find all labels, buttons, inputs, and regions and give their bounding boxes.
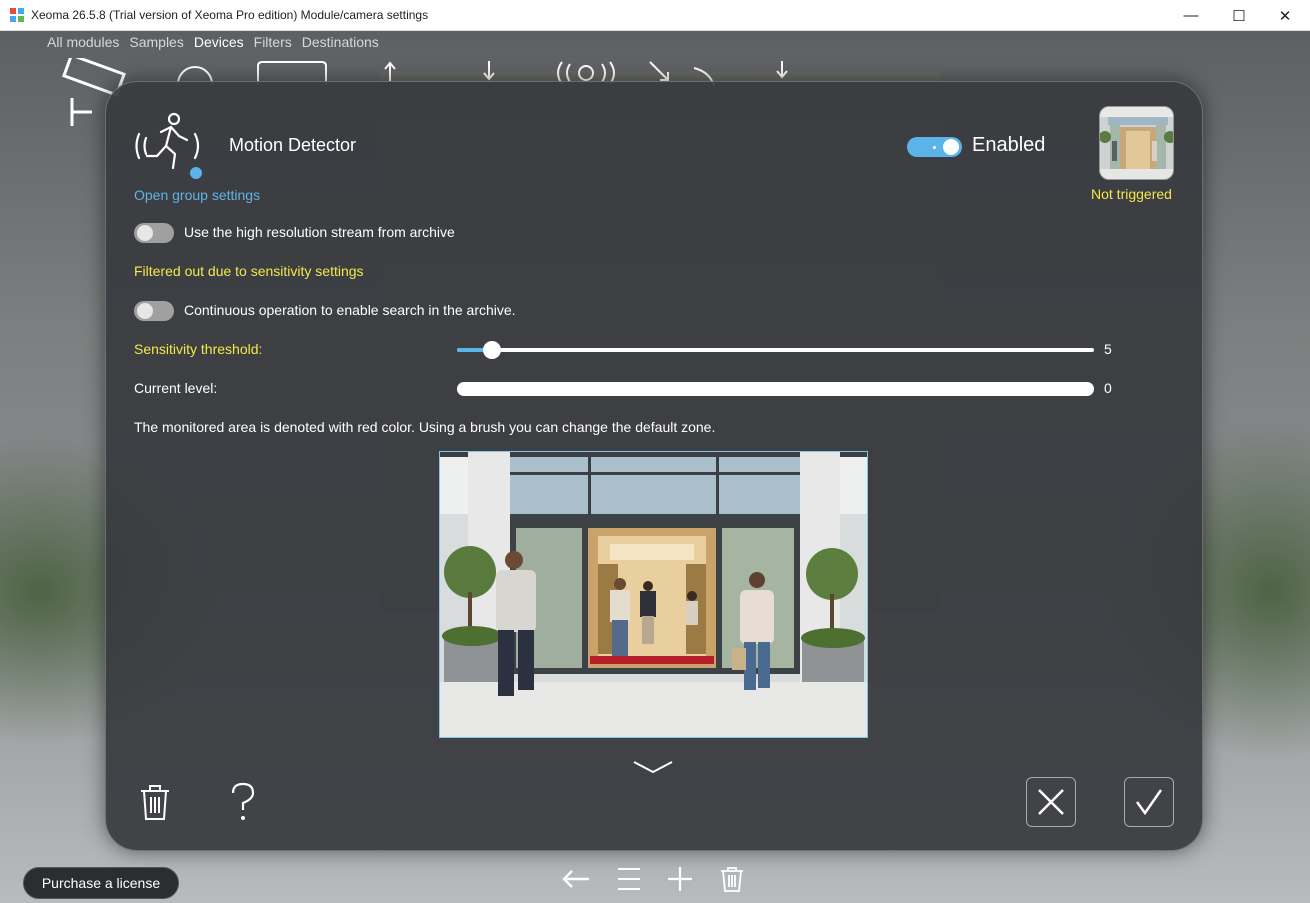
- xeoma-app-icon: [10, 8, 24, 22]
- high-res-toggle[interactable]: [134, 223, 174, 243]
- menu-samples[interactable]: Samples: [129, 34, 183, 50]
- toggle-knob: [137, 225, 153, 241]
- chevron-down-icon[interactable]: [633, 757, 673, 777]
- camera-preview-thumbnail[interactable]: [1099, 106, 1174, 180]
- sensitivity-slider-track[interactable]: [457, 348, 1094, 352]
- toggle-knob: [943, 139, 959, 155]
- current-level-value: 0: [1104, 380, 1112, 396]
- sensitivity-slider-handle[interactable]: [483, 341, 501, 359]
- cancel-button[interactable]: [1026, 777, 1076, 827]
- window-title: Xeoma 26.5.8 (Trial version of Xeoma Pro…: [31, 8, 429, 22]
- menu-filters[interactable]: Filters: [254, 34, 292, 50]
- minimize-icon: —: [1183, 7, 1199, 24]
- high-res-label: Use the high resolution stream from arch…: [184, 224, 455, 240]
- module-title: Motion Detector: [229, 135, 357, 155]
- current-level-label: Current level:: [134, 380, 218, 396]
- toggle-indicator: [933, 146, 936, 149]
- maximize-button[interactable]: ☐: [1216, 0, 1262, 31]
- menu-all-modules[interactable]: All modules: [47, 34, 119, 50]
- maximize-icon: ☐: [1232, 7, 1246, 25]
- sensitivity-value: 5: [1104, 341, 1112, 357]
- filtered-out-label: Filtered out due to sensitivity settings: [134, 263, 364, 279]
- open-group-settings-link[interactable]: Open group settings: [134, 187, 260, 203]
- list-icon[interactable]: [614, 866, 644, 892]
- add-icon[interactable]: [665, 866, 695, 892]
- storefront-thumbnail-image: [1100, 107, 1173, 179]
- camera-frame-image: [440, 452, 867, 737]
- top-menu: All modules Samples Devices Filters Dest…: [47, 34, 379, 50]
- arrow-down-icon[interactable]: [481, 61, 497, 81]
- zone-hint-text: The monitored area is denoted with red c…: [134, 419, 716, 435]
- running-person-icon: [135, 112, 202, 179]
- checkmark-icon: [1135, 789, 1163, 816]
- close-icon: [1038, 789, 1064, 815]
- download-arrow-icon[interactable]: [774, 61, 790, 81]
- purchase-license-button[interactable]: Purchase a license: [23, 867, 179, 899]
- title-bar: Xeoma 26.5.8 (Trial version of Xeoma Pro…: [0, 0, 1310, 31]
- current-level-bar: [457, 382, 1094, 396]
- trash-icon[interactable]: [717, 866, 747, 892]
- close-icon: ✕: [1278, 7, 1292, 25]
- trash-icon[interactable]: [139, 783, 171, 821]
- close-window-button[interactable]: ✕: [1262, 0, 1308, 31]
- menu-devices[interactable]: Devices: [194, 34, 244, 50]
- help-icon[interactable]: [230, 782, 256, 822]
- apply-button[interactable]: [1124, 777, 1174, 827]
- continuous-operation-toggle[interactable]: [134, 301, 174, 321]
- arrow-left-icon[interactable]: [561, 866, 591, 892]
- sensitivity-threshold-label: Sensitivity threshold:: [134, 341, 263, 357]
- minimize-button[interactable]: —: [1168, 0, 1214, 31]
- menu-destinations[interactable]: Destinations: [302, 34, 379, 50]
- continuous-operation-label: Continuous operation to enable search in…: [184, 302, 516, 318]
- detection-zone-editor[interactable]: [439, 451, 868, 738]
- trigger-status: Not triggered: [1091, 186, 1172, 202]
- enabled-toggle[interactable]: [907, 137, 962, 157]
- enabled-label: Enabled: [972, 134, 1046, 156]
- arrow-up-icon[interactable]: [382, 61, 398, 81]
- toggle-knob: [137, 303, 153, 319]
